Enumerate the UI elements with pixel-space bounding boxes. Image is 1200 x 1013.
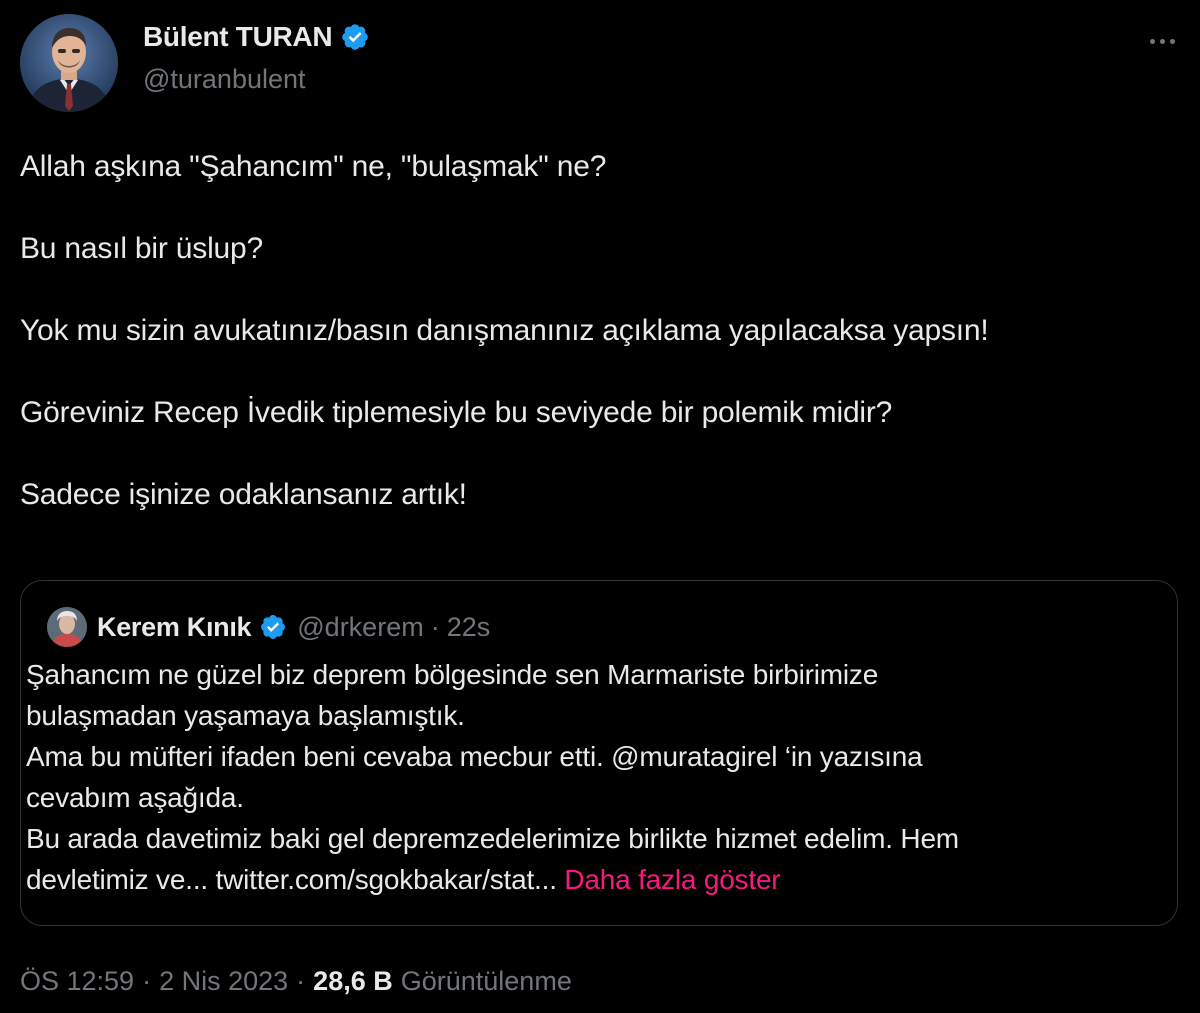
show-more-link[interactable]: Daha fazla göster xyxy=(564,864,780,895)
more-options-icon[interactable] xyxy=(1140,24,1184,58)
tweet-paragraph: Bu nasıl bir üslup? xyxy=(20,232,264,265)
quoted-profile-photo xyxy=(47,607,87,647)
quoted-text-last: devletimiz ve... twitter.com/sgokbakar/s… xyxy=(26,864,557,895)
tweet-paragraph: Göreviniz Recep İvedik tiplemesiyle bu s… xyxy=(20,396,893,429)
tweet: Bülent TURAN @turanbulent Allah aşkına "… xyxy=(0,0,1200,1013)
quoted-tweet-time[interactable]: 22s xyxy=(447,612,491,643)
quoted-text-line: Ama bu müfteri ifaden beni cevaba mecbur… xyxy=(26,741,923,772)
quoted-text-line: bulaşmadan yaşamaya başlamıştık. xyxy=(26,700,465,731)
author-handle[interactable]: @turanbulent xyxy=(143,64,306,95)
verified-badge-icon xyxy=(261,615,286,639)
views-label: Görüntülenme xyxy=(400,965,572,996)
tweet-paragraph: Yok mu sizin avukatınız/basın danışmanın… xyxy=(20,314,989,347)
separator-dot: · xyxy=(142,965,152,996)
tweet-date[interactable]: 2 Nis 2023 xyxy=(159,966,288,997)
quoted-tweet-header: Kerem Kınık @drkerem · 22s xyxy=(47,607,490,647)
tweet-paragraph: Allah aşkına "Şahancım" ne, "bulaşmak" n… xyxy=(20,150,607,183)
author-name-text: Bülent TURAN xyxy=(143,21,333,52)
views-count: 28,6 B xyxy=(313,965,393,996)
quoted-author-handle[interactable]: @drkerem xyxy=(297,612,423,643)
verified-badge-icon xyxy=(342,24,369,50)
quoted-author-avatar[interactable] xyxy=(47,607,87,647)
more-dot xyxy=(1159,38,1165,44)
tweet-paragraph: Sadece işinize odaklansanız artık! xyxy=(20,478,467,511)
separator-dot: · xyxy=(430,611,440,642)
separator-dot: · xyxy=(296,965,306,996)
author-name[interactable]: Bülent TURAN xyxy=(143,21,370,53)
profile-photo xyxy=(20,14,118,112)
quoted-text-line: devletimiz ve... twitter.com/sgokbakar/s… xyxy=(26,859,1136,900)
author-avatar[interactable] xyxy=(20,14,118,112)
tweet-meta: ÖS 12:59 · 2 Nis 2023 · 28,6 B Görüntüle… xyxy=(20,961,572,1001)
more-dot xyxy=(1169,38,1175,44)
tweet-time[interactable]: ÖS 12:59 xyxy=(20,966,134,997)
quoted-text-line: Şahancım ne güzel biz deprem bölgesinde … xyxy=(26,659,879,690)
tweet-text: Allah aşkına "Şahancım" ne, "bulaşmak" n… xyxy=(20,146,1170,556)
quoted-author-name[interactable]: Kerem Kınık xyxy=(97,612,252,643)
quoted-text-line: Bu arada davetimiz baki gel depremzedele… xyxy=(26,823,959,854)
more-dot xyxy=(1149,38,1155,44)
quoted-tweet-text: Şahancım ne güzel biz deprem bölgesinde … xyxy=(26,654,1136,900)
quoted-text-line: cevabım aşağıda. xyxy=(26,782,244,813)
